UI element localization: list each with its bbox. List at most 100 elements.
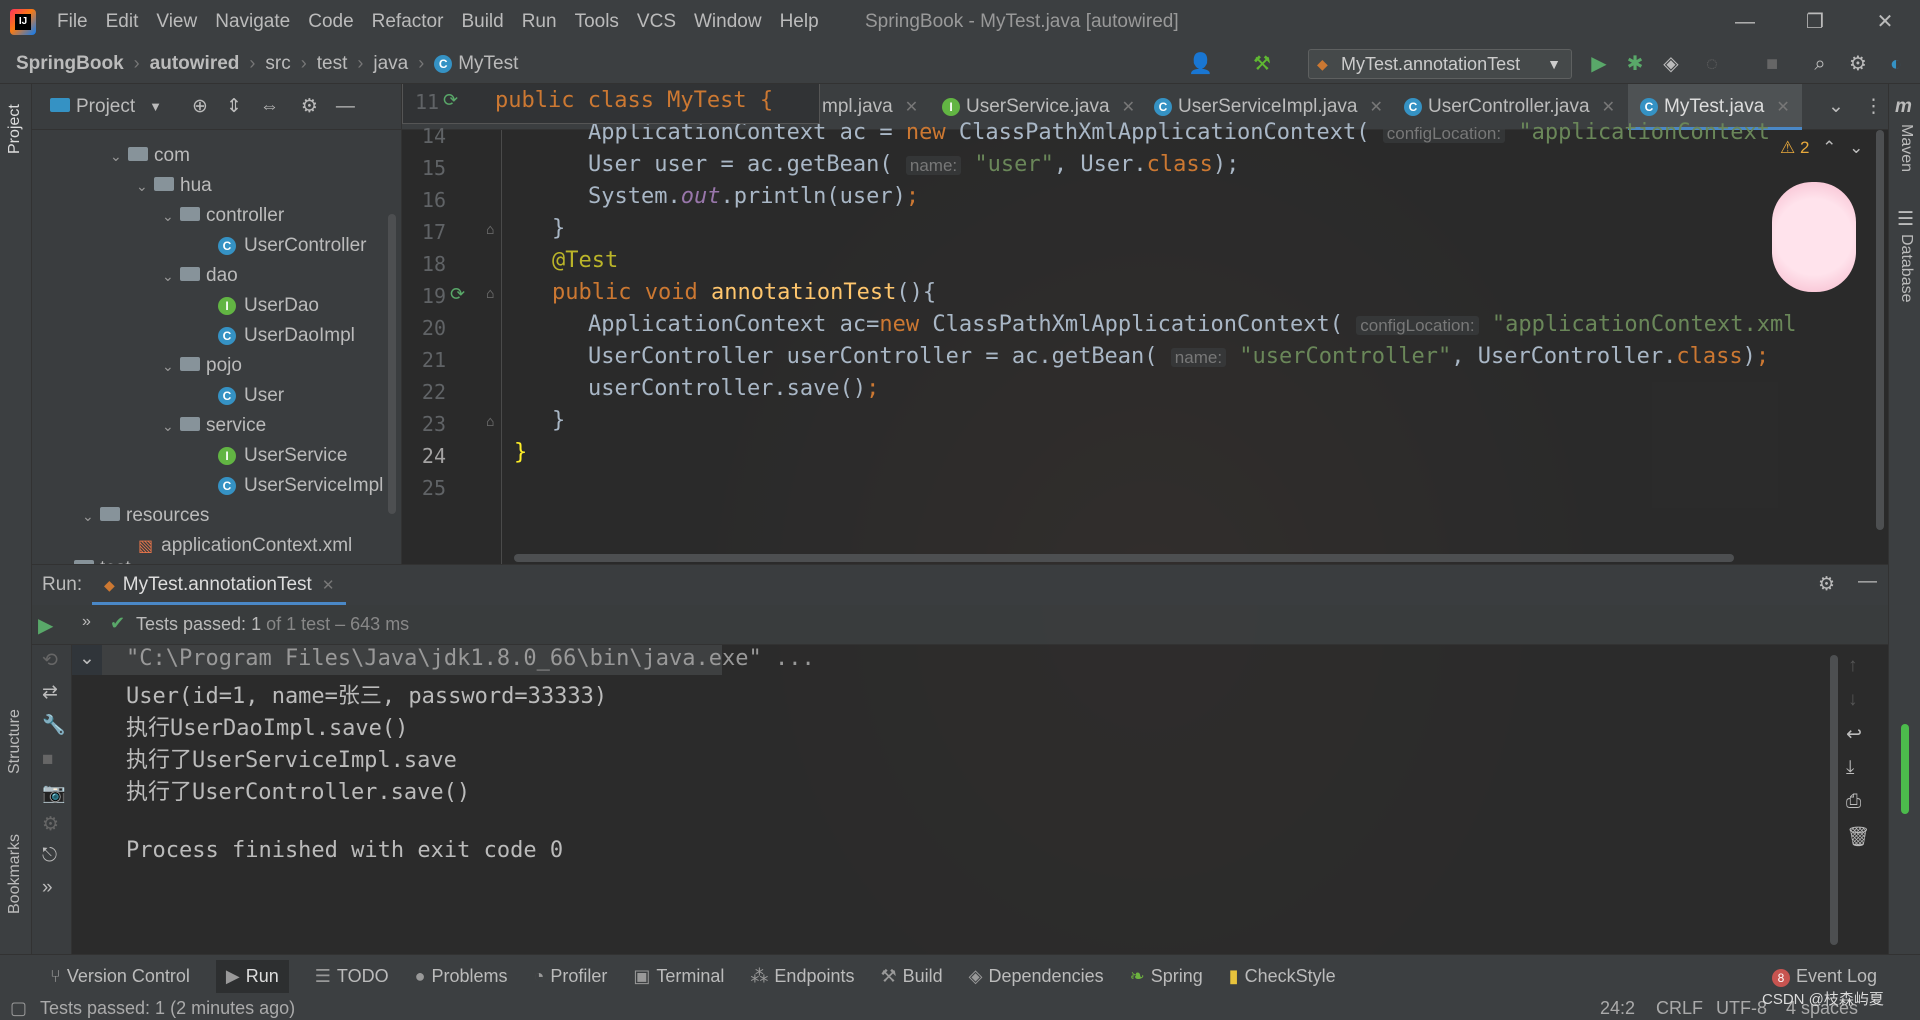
menu-view[interactable]: View	[147, 0, 206, 44]
editor-vertical-scrollbar[interactable]	[1876, 130, 1884, 530]
tree-item-userdao[interactable]: I UserDao	[218, 291, 319, 321]
run-configuration-select[interactable]: ◆ MyTest.annotationTest ▼	[1308, 49, 1572, 79]
close-icon[interactable]: ✕	[322, 577, 335, 594]
gear-icon[interactable]: ⚙	[301, 95, 318, 118]
tree-item-resources[interactable]: ⌄ resources	[82, 501, 209, 531]
breadcrumb-project[interactable]: SpringBook	[16, 53, 124, 75]
double-chevron-icon[interactable]: »	[82, 613, 91, 631]
menu-code[interactable]: Code	[299, 0, 362, 44]
rerun-icon[interactable]: ▶	[38, 613, 53, 638]
tree-item-test[interactable]: ⌄test	[56, 554, 131, 564]
jetbrains-toolbox-icon[interactable]: ◐	[1884, 52, 1908, 76]
menu-tools[interactable]: Tools	[566, 0, 628, 44]
menu-navigate[interactable]: Navigate	[206, 0, 299, 44]
sticky-header[interactable]: 11 ⟳ public class MyTest {	[402, 84, 820, 124]
tree-item-usercontroller[interactable]: C UserController	[218, 231, 366, 261]
minimize-button[interactable]: —	[1710, 0, 1780, 44]
tree-item-hua[interactable]: ⌄ hua	[136, 171, 212, 201]
chevron-down-icon[interactable]: ⌄	[1828, 84, 1844, 130]
collapse-all-icon[interactable]: ⇔	[260, 96, 279, 118]
expand-all-icon[interactable]: ⇕	[226, 95, 242, 118]
search-icon[interactable]: ⌕	[1808, 52, 1832, 76]
project-title[interactable]: Project	[76, 96, 135, 118]
tool-endpoints[interactable]: ⁂ Endpoints	[750, 966, 854, 987]
coverage-icon[interactable]: ◈	[1659, 52, 1683, 76]
menu-edit[interactable]: Edit	[97, 0, 148, 44]
menu-refactor[interactable]: Refactor	[363, 0, 453, 44]
tree-item-userservice[interactable]: I UserService	[218, 441, 347, 471]
stripe-project-button[interactable]: Project	[6, 104, 24, 154]
more-options-icon[interactable]: ⋮	[1864, 84, 1883, 130]
breadcrumb-java[interactable]: java	[373, 53, 408, 75]
breadcrumb-class[interactable]: MyTest	[458, 53, 518, 75]
tree-item-userserviceimpl[interactable]: C UserServiceImpl	[218, 471, 383, 501]
locate-file-icon[interactable]: ⊕	[192, 95, 208, 118]
run-icon[interactable]: ▶	[1587, 52, 1611, 76]
tool-todo[interactable]: ☰ TODO	[315, 966, 389, 987]
close-icon[interactable]: ✕	[1776, 99, 1789, 116]
tree-item-user[interactable]: C User	[218, 381, 284, 411]
tree-item-com[interactable]: ⌄ com	[110, 141, 190, 171]
editor-horizontal-scrollbar[interactable]	[514, 554, 1734, 562]
build-hammer-icon[interactable]: ⚒	[1250, 52, 1274, 76]
chevron-up-icon[interactable]: ⌃	[1822, 138, 1836, 157]
tree-item-userdaoimpl[interactable]: C UserDaoImpl	[218, 321, 355, 351]
tool-problems[interactable]: ● Problems	[415, 966, 508, 987]
settings-gear-icon[interactable]: ⚙	[1846, 52, 1870, 76]
tree-item-dao[interactable]: ⌄ dao	[162, 261, 238, 291]
memory-indicator[interactable]	[1901, 724, 1909, 814]
menu-window[interactable]: Window	[685, 0, 771, 44]
tree-item-controller[interactable]: ⌄ controller	[162, 201, 284, 231]
gear-icon[interactable]: ⚙	[1818, 573, 1835, 596]
arrow-up-icon[interactable]: ↑	[1848, 655, 1858, 677]
tree-item-pojo[interactable]: ⌄ pojo	[162, 351, 242, 381]
status-message[interactable]: Tests passed: 1 (2 minutes ago)	[40, 998, 295, 1019]
hide-panel-icon[interactable]: —	[336, 96, 355, 118]
status-window-icon[interactable]: ▢	[10, 998, 27, 1019]
stripe-database-button[interactable]: Database	[1897, 234, 1915, 303]
menu-file[interactable]: File	[48, 0, 97, 44]
restore-button[interactable]: ❐	[1780, 0, 1850, 44]
tree-item-applicationcontext[interactable]: ▧ applicationContext.xml	[138, 531, 352, 561]
close-icon[interactable]: ✕	[1370, 99, 1383, 116]
tool-build[interactable]: ⚒ Build	[880, 966, 942, 987]
stripe-structure-button[interactable]: Structure	[6, 709, 24, 774]
trash-icon[interactable]: 🗑	[1846, 825, 1870, 849]
user-icon[interactable]: 👤	[1188, 52, 1213, 76]
stop-icon[interactable]: ■	[1760, 52, 1784, 76]
console-output[interactable]: "C:\Program Files\Java\jdk1.8.0_66\bin\j…	[32, 645, 1812, 955]
chevron-down-icon[interactable]: ⌄	[1849, 138, 1863, 157]
console-scrollbar[interactable]	[1830, 655, 1838, 945]
debug-icon[interactable]: ✱	[1623, 52, 1647, 76]
breadcrumb-module[interactable]: autowired	[150, 53, 240, 75]
caret-position[interactable]: 24:2	[1600, 998, 1635, 1019]
arrow-down-icon[interactable]: ↓	[1848, 689, 1858, 711]
tool-terminal[interactable]: ▣ Terminal	[633, 966, 724, 987]
tool-checkstyle[interactable]: ▮ CheckStyle	[1229, 966, 1336, 987]
tool-version-control[interactable]: ⑂ Version Control	[50, 966, 190, 987]
tool-spring[interactable]: ❧ Spring	[1130, 966, 1203, 987]
close-icon[interactable]: ✕	[905, 99, 918, 116]
hide-panel-icon[interactable]: —	[1858, 571, 1877, 593]
tool-profiler[interactable]: ◔ Profiler	[533, 966, 607, 987]
line-separator[interactable]: CRLF	[1656, 998, 1703, 1019]
stripe-maven-button[interactable]: Maven	[1897, 124, 1915, 172]
breadcrumb-test[interactable]: test	[317, 53, 348, 75]
profile-icon[interactable]: ◌	[1700, 52, 1724, 76]
file-encoding[interactable]: UTF-8	[1716, 998, 1767, 1019]
close-icon[interactable]: ✕	[1602, 99, 1615, 116]
soft-wrap-icon[interactable]: ↩	[1846, 723, 1862, 746]
tool-event-log[interactable]: 8 Event Log	[1772, 966, 1877, 987]
breadcrumb-src[interactable]: src	[265, 53, 290, 75]
close-icon[interactable]: ✕	[1122, 99, 1135, 116]
menu-help[interactable]: Help	[771, 0, 828, 44]
run-tab-mytest[interactable]: ◆ MyTest.annotationTest ✕	[92, 565, 347, 605]
project-scrollbar[interactable]	[388, 214, 396, 514]
tree-item-service[interactable]: ⌄ service	[162, 411, 266, 441]
tool-run-active[interactable]: ▶ Run	[215, 960, 289, 993]
close-window-button[interactable]: ✕	[1850, 0, 1920, 44]
menu-run[interactable]: Run	[513, 0, 566, 44]
code-area[interactable]: ApplicationContext ac = new ClassPathXml…	[402, 120, 1888, 564]
menu-vcs[interactable]: VCS	[628, 0, 685, 44]
scroll-to-end-icon[interactable]: ⤓	[1846, 757, 1854, 779]
